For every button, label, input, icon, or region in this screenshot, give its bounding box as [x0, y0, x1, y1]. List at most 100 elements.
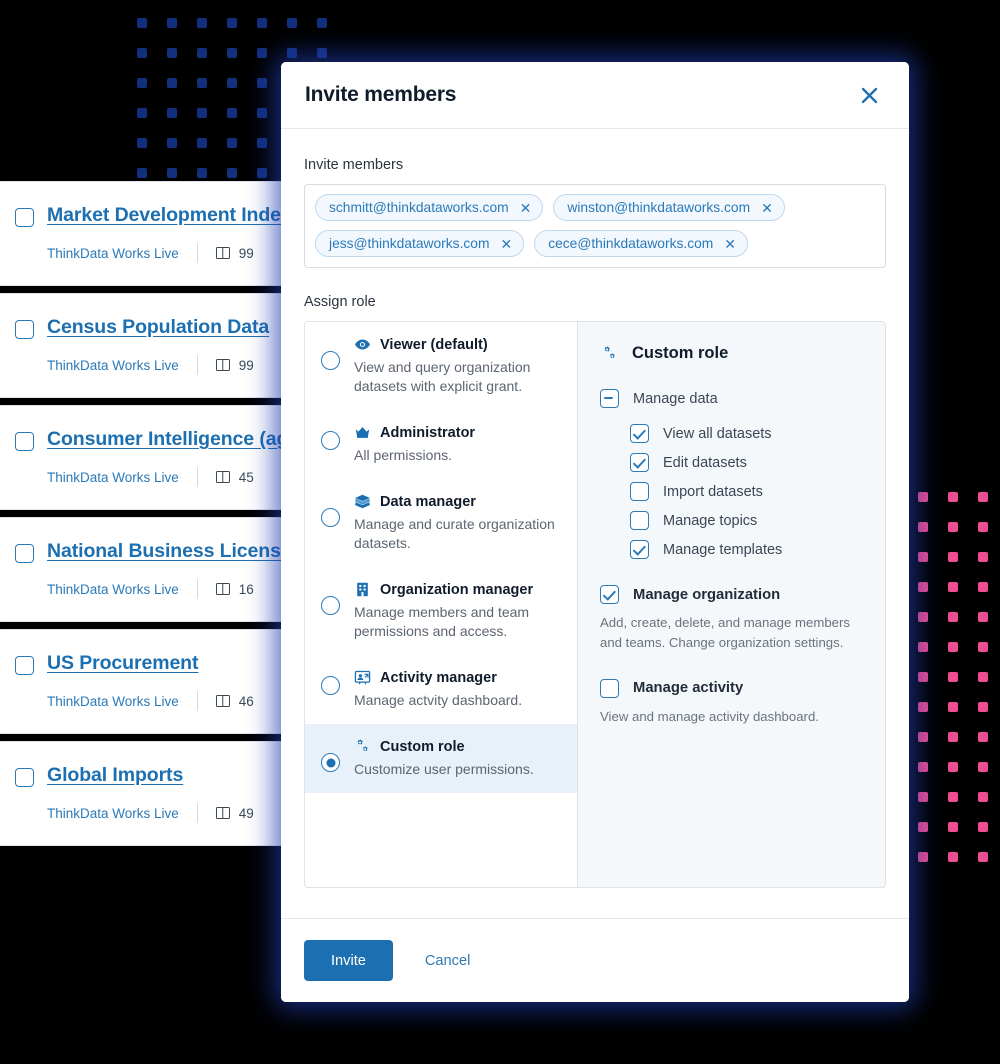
email-chip[interactable]: schmitt@thinkdataworks.com ✕	[315, 194, 544, 221]
email-chip[interactable]: cece@thinkdataworks.com ✕	[534, 230, 749, 257]
decorative-dot	[227, 138, 237, 148]
close-icon[interactable]: ✕	[761, 201, 773, 215]
role-option-data-manager[interactable]: Data manager Manage and curate organizati…	[305, 479, 577, 567]
dataset-card[interactable]: US Procurement ThinkData Works Live 46	[0, 629, 296, 734]
permission-item[interactable]: Manage templates	[630, 540, 863, 559]
dataset-card[interactable]: Global Imports ThinkData Works Live 49	[0, 741, 296, 846]
permission-section-head[interactable]: Manage activity	[600, 678, 863, 698]
permission-section-title: Manage organization	[633, 586, 781, 603]
dataset-column-count: 16	[238, 581, 254, 597]
permission-item[interactable]: View all datasets	[630, 424, 863, 443]
dataset-title-link[interactable]: Census Population Data	[47, 316, 269, 339]
decorative-dot	[948, 822, 958, 832]
dataset-card[interactable]: Market Development Index ThinkData Works …	[0, 181, 296, 286]
dataset-title-link[interactable]: National Business Licenses	[47, 540, 302, 563]
permission-checkbox[interactable]	[600, 678, 619, 698]
decorative-dot	[948, 852, 958, 862]
divider	[196, 803, 198, 823]
decorative-dot	[317, 48, 327, 58]
role-description: Manage members and team permissions and …	[354, 604, 530, 639]
decorative-dot	[978, 642, 988, 652]
dataset-select-checkbox[interactable]	[15, 432, 34, 451]
permission-section-head[interactable]: Manage organization	[600, 585, 863, 604]
role-name: Activity manager	[380, 669, 497, 686]
decorative-dot	[978, 792, 988, 802]
email-chip-label: schmitt@thinkdataworks.com	[329, 200, 509, 215]
permission-label: Manage topics	[663, 512, 758, 529]
permission-item[interactable]: Import datasets	[630, 482, 863, 501]
email-chip[interactable]: jess@thinkdataworks.com ✕	[315, 230, 525, 257]
email-chip-label: cece@thinkdataworks.com	[548, 236, 714, 251]
close-icon[interactable]	[854, 80, 884, 110]
role-option-activity-manager[interactable]: Activity manager Manage actvity dashboard…	[305, 655, 577, 724]
decorative-dot	[948, 702, 958, 712]
email-chip[interactable]: winston@thinkdataworks.com ✕	[553, 194, 785, 221]
role-option-custom-role[interactable]: Custom role Customize user permissions.	[305, 724, 577, 793]
permission-item[interactable]: Edit datasets	[630, 453, 863, 472]
role-radio[interactable]	[321, 753, 340, 772]
decorative-dot	[918, 852, 928, 862]
role-name: Viewer (default)	[380, 336, 488, 353]
decorative-dot	[948, 522, 958, 532]
custom-role-permissions-panel: Custom role Manage data View all dataset…	[578, 322, 885, 887]
decorative-dot	[137, 18, 147, 28]
invite-members-label: Invite members	[304, 157, 404, 173]
permission-checkbox[interactable]	[630, 453, 649, 472]
role-option-viewer-default[interactable]: Viewer (default) View and query organizat…	[305, 322, 577, 410]
decorative-dot	[167, 168, 177, 178]
dataset-select-checkbox[interactable]	[15, 544, 34, 563]
decorative-dot	[257, 108, 267, 118]
decorative-dot	[918, 642, 928, 652]
role-radio[interactable]	[321, 351, 340, 370]
dataset-title-link[interactable]: US Procurement	[47, 652, 199, 675]
invite-button[interactable]: Invite	[304, 940, 393, 981]
dataset-select-checkbox[interactable]	[15, 320, 34, 339]
dataset-card[interactable]: Consumer Intelligence (agg) ThinkData Wor…	[0, 405, 307, 510]
permission-checkbox[interactable]	[630, 424, 649, 443]
dataset-column-count: 45	[238, 469, 254, 485]
dataset-card[interactable]: National Business Licenses ThinkData Work…	[0, 517, 302, 622]
role-description: Manage and curate organization datasets.	[354, 516, 555, 551]
close-icon[interactable]: ✕	[500, 237, 512, 251]
permission-group-manage-data[interactable]: Manage data	[600, 389, 863, 408]
dataset-select-checkbox[interactable]	[15, 208, 34, 227]
close-icon[interactable]: ✕	[520, 201, 532, 215]
permission-checkbox[interactable]	[630, 540, 649, 559]
manage-data-checkbox[interactable]	[600, 389, 619, 408]
decorative-dot	[197, 108, 207, 118]
decorative-dot	[197, 168, 207, 178]
decorative-dot	[918, 822, 928, 832]
decorative-dot	[948, 672, 958, 682]
decorative-dot	[918, 792, 928, 802]
permission-checkbox[interactable]	[630, 482, 649, 501]
dataset-title-link[interactable]: Market Development Index	[47, 204, 292, 227]
permission-checkbox[interactable]	[630, 511, 649, 530]
decorative-dot	[197, 138, 207, 148]
permission-item[interactable]: Manage topics	[630, 511, 863, 530]
dataset-card-list: Market Development Index ThinkData Works …	[0, 181, 307, 853]
dataset-title-link[interactable]: Consumer Intelligence (agg)	[47, 428, 307, 451]
dataset-column-count: 99	[238, 245, 254, 261]
role-radio[interactable]	[321, 596, 340, 615]
decorative-dot	[167, 108, 177, 118]
divider	[196, 579, 198, 599]
columns-icon	[215, 695, 230, 707]
dataset-select-checkbox[interactable]	[15, 656, 34, 675]
columns-icon	[215, 247, 230, 259]
role-radio[interactable]	[321, 676, 340, 695]
cancel-button[interactable]: Cancel	[403, 953, 492, 969]
role-option-administrator[interactable]: Administrator All permissions.	[305, 410, 577, 479]
dataset-card[interactable]: Census Population Data ThinkData Works Li…	[0, 293, 296, 398]
role-radio[interactable]	[321, 431, 340, 450]
decorative-dot	[978, 822, 988, 832]
close-icon[interactable]: ✕	[724, 237, 736, 251]
assign-role-panel: Viewer (default) View and query organizat…	[304, 321, 886, 888]
permission-checkbox[interactable]	[600, 585, 619, 604]
role-radio[interactable]	[321, 508, 340, 527]
invite-emails-input[interactable]: schmitt@thinkdataworks.com ✕ winston@think…	[304, 184, 886, 268]
decorative-dot	[918, 762, 928, 772]
role-option-organization-manager[interactable]: Organization manager Manage members and t…	[305, 567, 577, 655]
dataset-select-checkbox[interactable]	[15, 768, 34, 787]
dataset-title-link[interactable]: Global Imports	[47, 764, 183, 787]
decorative-dot	[227, 168, 237, 178]
